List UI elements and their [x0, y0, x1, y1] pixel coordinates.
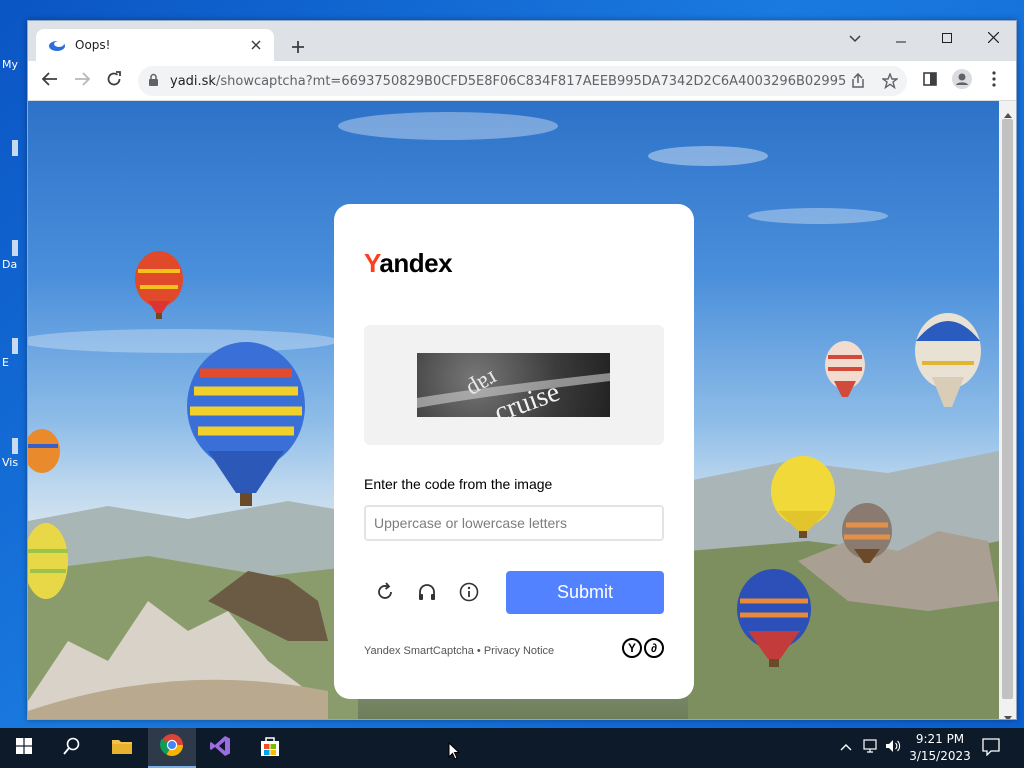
smartcaptcha-link[interactable]: Yandex SmartCaptcha	[364, 645, 474, 657]
taskbar-visual-studio[interactable]	[196, 728, 244, 768]
badge-letter: Y	[622, 638, 642, 658]
forward-button[interactable]	[68, 67, 96, 95]
logo-letter: Y	[364, 248, 380, 278]
scroll-down-icon[interactable]	[1004, 709, 1012, 719]
footer-separator: •	[473, 645, 484, 657]
clock-time: 9:21 PM	[915, 732, 965, 746]
captcha-answer-input[interactable]	[364, 505, 664, 541]
captcha-info-button[interactable]	[456, 581, 482, 607]
refresh-icon	[375, 581, 395, 607]
svg-text:cruise: cruise	[490, 376, 563, 417]
start-button[interactable]	[0, 728, 48, 768]
browser-window: Oops! yadi.sk/showcaptcha?mt=6693750829B…	[27, 20, 1017, 720]
desktop-icon[interactable]	[12, 438, 18, 454]
address-bar[interactable]: yadi.sk/showcaptcha?mt=6693750829B0CFD5E…	[138, 66, 907, 96]
captcha-image-container: rap cruise	[364, 325, 664, 445]
search-button[interactable]	[48, 728, 96, 768]
file-explorer-icon	[111, 737, 133, 760]
back-button[interactable]	[36, 67, 64, 95]
desktop-icon[interactable]	[12, 338, 18, 354]
close-window-button[interactable]	[970, 25, 1016, 53]
taskbar-chrome[interactable]	[148, 728, 196, 768]
notification-icon	[982, 738, 1000, 760]
headphones-icon	[417, 582, 437, 607]
maximize-button[interactable]	[924, 25, 970, 53]
vertical-scrollbar[interactable]	[999, 101, 1016, 719]
volume-icon	[885, 740, 901, 758]
profile-button[interactable]	[948, 67, 976, 95]
taskbar-file-explorer[interactable]	[98, 728, 146, 768]
desktop-icon-label[interactable]: Vis	[2, 456, 18, 469]
search-icon	[63, 737, 81, 760]
close-tab-icon[interactable]	[246, 35, 266, 55]
show-hidden-icons-button[interactable]	[840, 738, 852, 756]
desktop-icon-label[interactable]: Da	[2, 258, 17, 271]
arrow-left-icon	[41, 71, 58, 91]
captcha-image: rap cruise	[417, 353, 610, 417]
tab-title: Oops!	[75, 38, 111, 52]
taskbar: 9:21 PM 3/15/2023	[0, 728, 1024, 768]
network-button[interactable]	[863, 738, 879, 759]
store-icon	[259, 735, 281, 762]
desktop-icon[interactable]	[12, 240, 18, 256]
desktop-icon-label[interactable]: My	[2, 58, 18, 71]
more-vertical-icon	[992, 70, 996, 92]
chevron-down-icon	[849, 30, 861, 48]
url-path: /showcaptcha?mt=6693750829B0CFD5E8F06C83…	[215, 74, 846, 89]
url-text[interactable]: yadi.sk/showcaptcha?mt=6693750829B0CFD5E…	[170, 74, 846, 89]
tab-search-button[interactable]	[832, 25, 878, 53]
scrollbar-thumb[interactable]	[1002, 119, 1013, 699]
minimize-icon	[896, 30, 906, 48]
close-icon	[987, 30, 999, 48]
taskbar-clock[interactable]: 9:21 PM 3/15/2023	[900, 731, 980, 765]
arrow-right-icon	[74, 71, 91, 91]
desktop-icon[interactable]	[12, 140, 18, 156]
captcha-instruction: Enter the code from the image	[364, 476, 553, 492]
share-icon[interactable]	[848, 71, 868, 91]
side-panel-icon	[923, 71, 937, 91]
chevron-up-icon	[840, 738, 852, 755]
captcha-distorted-text: rap cruise	[417, 366, 610, 417]
audio-captcha-button[interactable]	[414, 581, 440, 607]
info-icon	[459, 582, 479, 607]
star-icon[interactable]	[880, 71, 900, 91]
mouse-cursor-icon	[448, 741, 461, 765]
captcha-footer: Yandex SmartCaptcha • Privacy Notice	[364, 645, 554, 657]
yandex-logo: Yandex	[364, 248, 453, 279]
yandex-cloud-badge: Y ∂	[622, 638, 664, 658]
yandex-disk-icon	[48, 38, 66, 52]
start-icon	[16, 737, 32, 759]
volume-button[interactable]	[885, 738, 901, 759]
badge-symbol: ∂	[644, 638, 664, 658]
menu-button[interactable]	[980, 67, 1008, 95]
lock-icon[interactable]	[148, 73, 159, 92]
clock-date: 3/15/2023	[909, 749, 971, 763]
privacy-notice-link[interactable]: Privacy Notice	[484, 645, 554, 657]
desktop-icon-label[interactable]: E	[2, 356, 9, 369]
network-icon	[863, 739, 879, 758]
visual-studio-icon	[209, 735, 231, 762]
taskbar-store[interactable]	[246, 728, 294, 768]
avatar-icon	[952, 68, 972, 94]
browser-tab[interactable]: Oops!	[36, 29, 274, 61]
url-host: yadi.sk	[170, 74, 216, 89]
new-tab-button[interactable]	[286, 35, 310, 59]
minimize-button[interactable]	[878, 25, 924, 53]
browser-toolbar: yadi.sk/showcaptcha?mt=6693750829B0CFD5E…	[28, 61, 1016, 101]
submit-button[interactable]: Submit	[506, 571, 664, 614]
maximize-icon	[942, 30, 952, 48]
refresh-captcha-button[interactable]	[372, 581, 398, 607]
logo-text: andex	[379, 248, 453, 278]
chrome-icon	[160, 733, 184, 762]
reload-button[interactable]	[100, 67, 128, 95]
reload-icon	[106, 70, 122, 92]
action-center-button[interactable]	[982, 738, 1000, 761]
captcha-card: Yandex rap cruise Enter the code from th…	[334, 204, 694, 699]
page-viewport: Yandex rap cruise Enter the code from th…	[28, 101, 999, 719]
side-panel-button[interactable]	[916, 67, 944, 95]
tab-strip: Oops!	[28, 21, 1016, 61]
